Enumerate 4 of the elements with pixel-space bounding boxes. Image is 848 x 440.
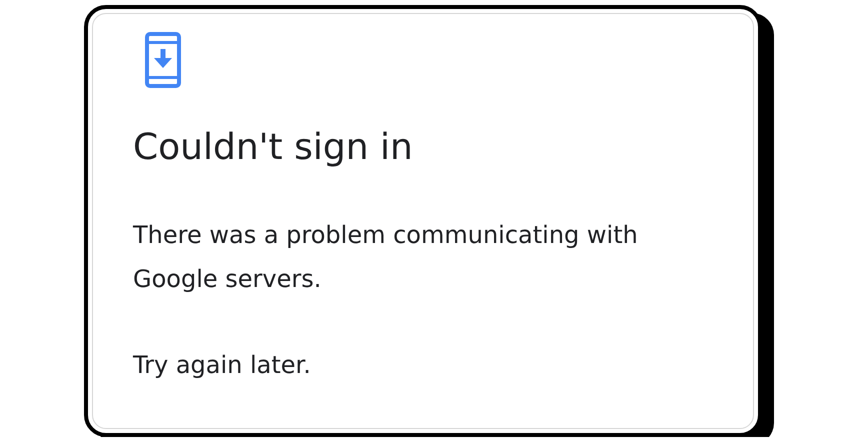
dialog-title: Couldn't sign in — [133, 126, 414, 170]
dialog-message: There was a problem communicating with Google servers. — [133, 220, 639, 296]
dialog-message: Try again later. — [133, 350, 312, 382]
phone-download-icon — [145, 32, 181, 88]
